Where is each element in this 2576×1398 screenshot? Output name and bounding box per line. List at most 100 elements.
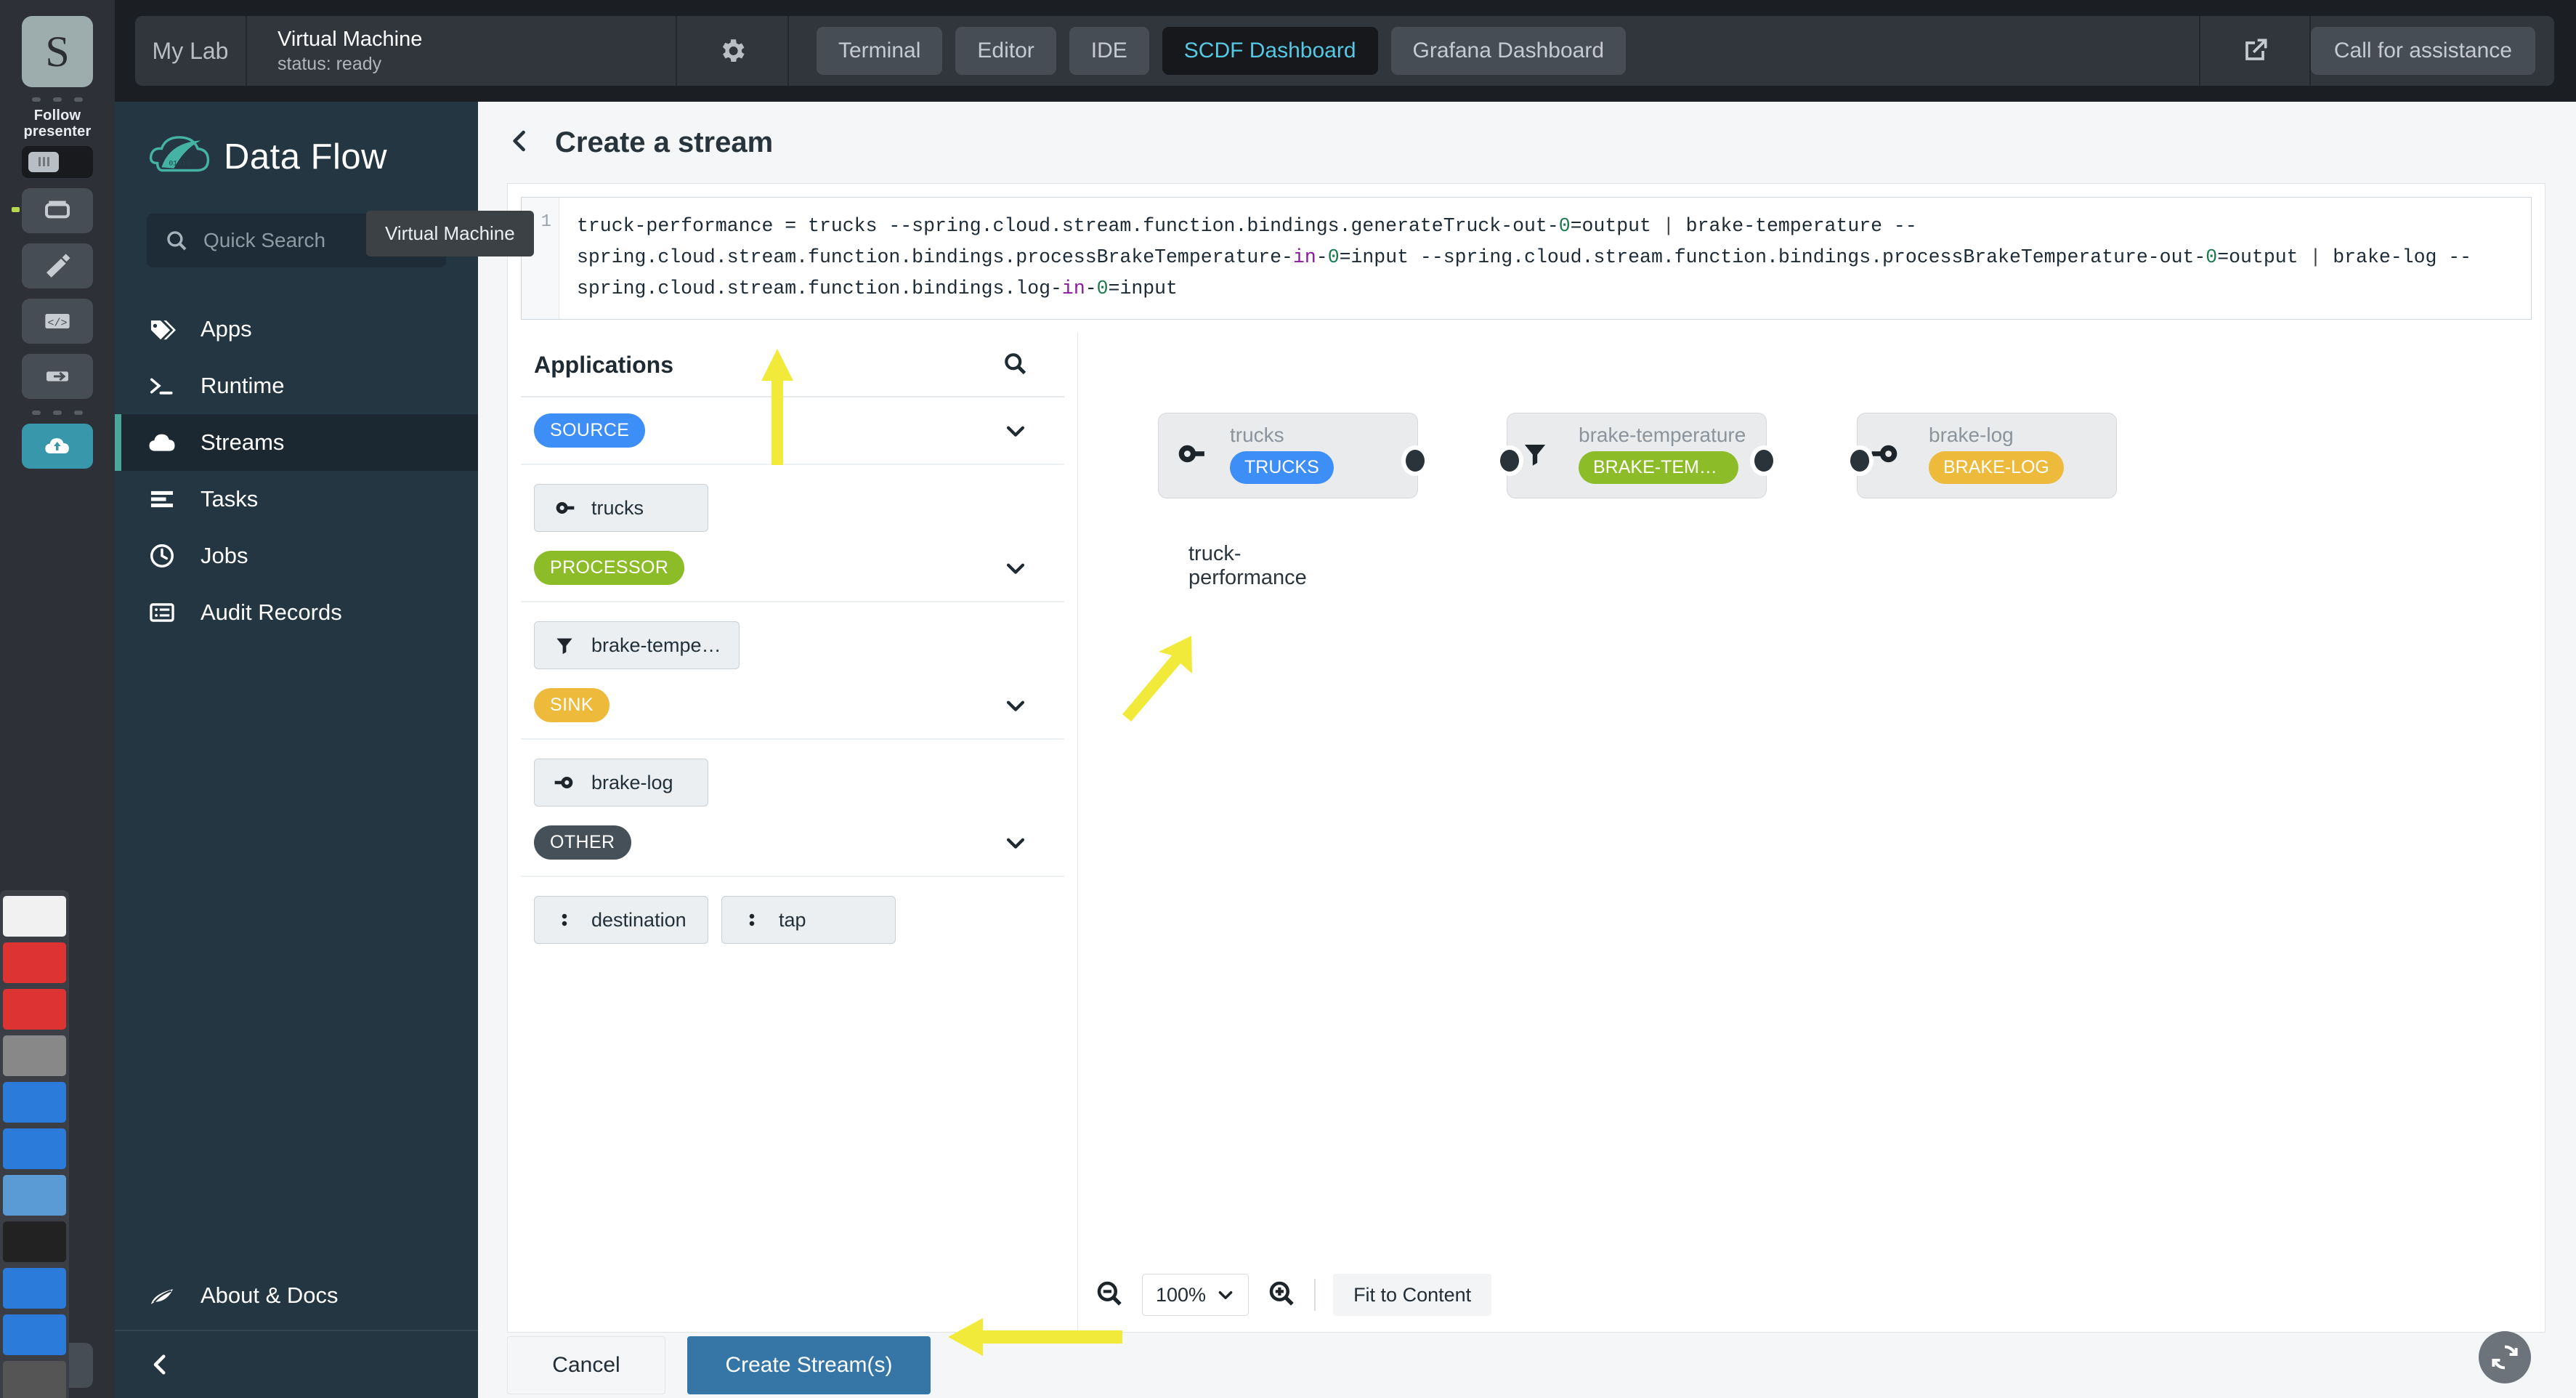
output-port[interactable]: [1750, 445, 1778, 476]
group-badge: PROCESSOR: [534, 551, 685, 585]
palette-app-label: tap: [779, 908, 806, 931]
sidebar-collapse-button[interactable]: [115, 1331, 478, 1398]
tab-scdf-dashboard[interactable]: SCDF Dashboard: [1162, 27, 1378, 75]
list-lines-icon: [147, 485, 177, 513]
palette-group-other[interactable]: OTHER: [521, 809, 1064, 877]
cancel-button[interactable]: Cancel: [507, 1336, 665, 1394]
group-badge: SOURCE: [534, 413, 646, 448]
share-arrow-icon-button[interactable]: [22, 353, 93, 399]
dsl-seg: =output: [2217, 246, 2310, 268]
stream-create-page: Create a stream 1 truck-performance = tr…: [478, 102, 2576, 1398]
chevron-down-icon[interactable]: [1003, 693, 1028, 718]
sink-port-icon: [1869, 438, 1901, 474]
palette-group-sink[interactable]: SINK: [521, 672, 1064, 740]
chevron-down-icon[interactable]: [1003, 831, 1028, 855]
settings-button[interactable]: [677, 36, 787, 66]
dsl-seg: =input --spring.cloud.stream.function.bi…: [1339, 246, 2206, 268]
graph-node-pill: BRAKE-TEMPERA…: [1579, 451, 1738, 484]
graph-node-brake-temperature[interactable]: brake-temperature BRAKE-TEMPERA…: [1496, 413, 1778, 498]
chevron-down-icon: [1218, 1291, 1233, 1300]
palette-app-brake-temperature[interactable]: brake-tempe…: [534, 621, 740, 669]
input-port[interactable]: [1846, 445, 1874, 476]
gear-icon: [722, 39, 745, 62]
quick-search-placeholder: Quick Search: [203, 229, 326, 251]
tab-editor[interactable]: Editor: [955, 27, 1056, 75]
sidebar-item-audit-records[interactable]: Audit Records: [115, 584, 478, 641]
cloud-upload-icon-button[interactable]: [22, 423, 93, 469]
palette-app-brake-log[interactable]: brake-log: [534, 759, 708, 807]
palette-group-source[interactable]: SOURCE: [521, 397, 1064, 465]
records-icon: [147, 599, 177, 626]
code-icon: </>: [45, 313, 70, 329]
open-external-button[interactable]: [2200, 35, 2309, 67]
sidebar-item-jobs[interactable]: Jobs: [115, 528, 478, 584]
code-icon-button[interactable]: </>: [22, 298, 93, 344]
dsl-seg: 0: [1558, 215, 1571, 237]
server-icon: [45, 201, 70, 219]
dsl-code-text[interactable]: truck-performance = trucks --spring.clou…: [559, 198, 2531, 319]
graph-node-name: brake-temperature: [1579, 424, 1746, 446]
zoom-out-button[interactable]: [1094, 1278, 1125, 1312]
tab-ide[interactable]: IDE: [1069, 27, 1149, 75]
palette-app-destination[interactable]: destination: [534, 896, 708, 944]
sidebar-item-streams[interactable]: Streams: [115, 414, 478, 471]
sidebar-item-label: Streams: [201, 429, 285, 455]
dsl-seg: -: [1316, 246, 1328, 268]
svg-text:01010: 01010: [169, 159, 190, 167]
tag-icon: [147, 315, 177, 343]
sidebar-item-about-docs[interactable]: About & Docs: [115, 1261, 478, 1331]
graph-node-brake-log[interactable]: brake-log BRAKE-LOG: [1846, 413, 2117, 498]
dsl-editor[interactable]: 1 truck-performance = trucks --spring.cl…: [521, 197, 2532, 320]
source-port-icon: [1175, 438, 1207, 474]
dots-icon: [740, 909, 764, 931]
graph-node-pill: TRUCKS: [1230, 451, 1334, 484]
refresh-button[interactable]: [2479, 1331, 2531, 1383]
follow-presenter-toggle[interactable]: [22, 145, 93, 178]
zoom-in-button[interactable]: [1266, 1278, 1297, 1312]
input-port[interactable]: [1496, 445, 1523, 476]
follow-presenter-label: Follow presenter: [23, 108, 92, 140]
call-for-assistance-button[interactable]: Call for assistance: [2310, 27, 2535, 75]
lab-topbar: My Lab Virtual Machine status: ready Ter…: [115, 0, 2576, 102]
palette-search-button[interactable]: [1002, 350, 1028, 380]
output-port[interactable]: [1401, 445, 1429, 476]
sidebar-item-label: Runtime: [201, 373, 285, 398]
chevron-down-icon[interactable]: [1003, 556, 1028, 581]
leaf-icon: [147, 1282, 177, 1309]
palette-items-sink: brake-log: [508, 740, 1077, 809]
sidebar-item-label: Apps: [201, 316, 252, 342]
scdf-nav: Apps Runtime Streams Tasks Jobs Audit Re…: [115, 301, 478, 641]
create-streams-button[interactable]: Create Stream(s): [687, 1336, 931, 1394]
palette-app-label: brake-tempe…: [591, 634, 721, 656]
dsl-seg: |: [2309, 246, 2322, 268]
palette-group-processor[interactable]: PROCESSOR: [521, 535, 1064, 602]
dsl-seg: =output: [1570, 215, 1663, 237]
dots-icon: [552, 909, 577, 931]
back-button[interactable]: [506, 127, 533, 158]
tab-grafana-dashboard[interactable]: Grafana Dashboard: [1390, 27, 1627, 75]
rail-logo: S: [22, 16, 93, 87]
graph-node-pill: BRAKE-LOG: [1929, 451, 2064, 484]
graph-node-trucks[interactable]: trucks TRUCKS: [1158, 413, 1429, 498]
server-icon-button[interactable]: [12, 187, 93, 233]
sidebar-item-apps[interactable]: Apps: [115, 301, 478, 357]
stream-builder-panel: 1 truck-performance = trucks --spring.cl…: [507, 183, 2545, 1333]
palette-app-tap[interactable]: tap: [721, 896, 896, 944]
palette-app-trucks[interactable]: trucks: [534, 484, 708, 532]
zoom-level-select[interactable]: 100%: [1142, 1274, 1249, 1316]
sidebar-item-tasks[interactable]: Tasks: [115, 471, 478, 528]
chevron-down-icon[interactable]: [1003, 419, 1028, 443]
pencil-icon-button[interactable]: [22, 243, 93, 288]
share-arrow-icon: [46, 371, 68, 381]
canvas-zoom-toolbar: 100% Fit to Content: [1094, 1274, 1492, 1316]
rail-dots-bottom: [32, 410, 83, 415]
sidebar-item-runtime[interactable]: Runtime: [115, 357, 478, 414]
stream-canvas[interactable]: trucks TRUCKS brake-temperature BRAKE-TE…: [1078, 333, 2545, 1332]
dataflow-logo-icon: 01010: [149, 136, 210, 172]
refresh-icon: [2492, 1345, 2518, 1370]
fit-to-content-button[interactable]: Fit to Content: [1333, 1274, 1492, 1316]
dsl-seg: |: [1662, 215, 1674, 237]
tab-terminal[interactable]: Terminal: [817, 27, 943, 75]
chevron-left-icon: [153, 1354, 166, 1375]
sidebar-footer: About & Docs: [115, 1261, 478, 1398]
